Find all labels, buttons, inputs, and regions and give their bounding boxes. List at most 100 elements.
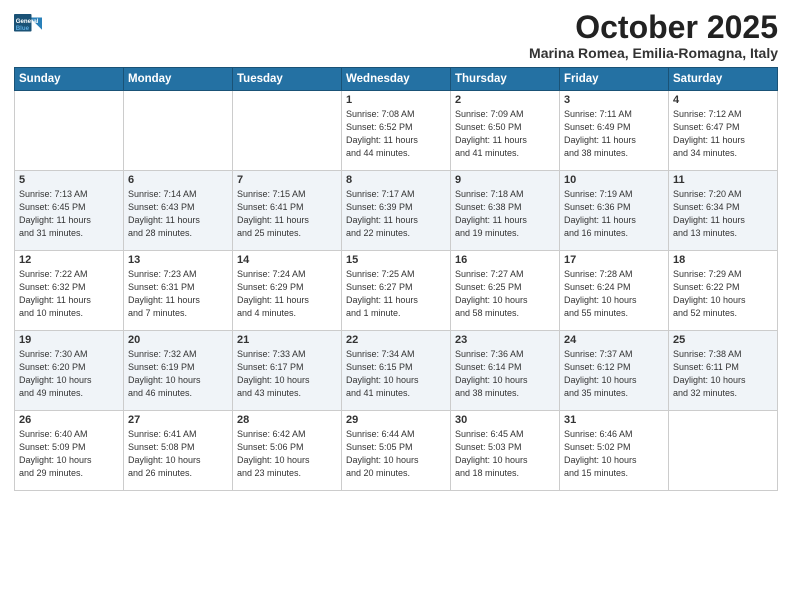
day-info: Sunrise: 7:38 AM Sunset: 6:11 PM Dayligh… [673,348,773,400]
header-friday: Friday [560,68,669,91]
calendar-cell: 12Sunrise: 7:22 AM Sunset: 6:32 PM Dayli… [15,251,124,331]
calendar-cell [15,91,124,171]
day-number: 20 [128,334,228,346]
calendar-week-row: 19 Sunrise: 7:30 AM Sunset: 6:20 PM Dayli… [15,331,778,411]
logo: General Blue [14,14,42,42]
calendar-cell: 29Sunrise: 6:44 AM Sunset: 5:05 PM Dayli… [342,411,451,491]
calendar-cell: 24 Sunrise: 7:37 AM Sunset: 6:12 PM Dayli… [560,331,669,411]
day-number: 22 [346,334,446,346]
day-number: 6 [128,174,228,186]
day-number: 19 [19,334,119,346]
calendar-cell [669,411,778,491]
day-info: Sunrise: 7:36 AM Sunset: 6:14 PM Dayligh… [455,348,555,400]
day-info: Sunrise: 7:34 AM Sunset: 6:15 PM Dayligh… [346,348,446,400]
logo-icon: General Blue [14,14,42,42]
day-info: Sunrise: 7:15 AM Sunset: 6:41 PM Dayligh… [237,188,337,240]
calendar-cell [124,91,233,171]
day-info: Sunrise: 7:25 AM Sunset: 6:27 PM Dayligh… [346,268,446,320]
day-info: Sunrise: 7:19 AM Sunset: 6:36 PM Dayligh… [564,188,664,240]
day-number: 7 [237,174,337,186]
day-number: 30 [455,414,555,426]
calendar-cell: 28Sunrise: 6:42 AM Sunset: 5:06 PM Dayli… [233,411,342,491]
calendar-cell: 17 Sunrise: 7:28 AM Sunset: 6:24 PM Dayli… [560,251,669,331]
calendar-cell: 2Sunrise: 7:09 AM Sunset: 6:50 PM Daylig… [451,91,560,171]
day-info: Sunrise: 7:37 AM Sunset: 6:12 PM Dayligh… [564,348,664,400]
day-info: Sunrise: 7:13 AM Sunset: 6:45 PM Dayligh… [19,188,119,240]
calendar-cell [233,91,342,171]
day-info: Sunrise: 7:33 AM Sunset: 6:17 PM Dayligh… [237,348,337,400]
header-wednesday: Wednesday [342,68,451,91]
location: Marina Romea, Emilia-Romagna, Italy [529,45,778,61]
day-info: Sunrise: 7:11 AM Sunset: 6:49 PM Dayligh… [564,108,664,160]
day-number: 1 [346,94,446,106]
day-number: 8 [346,174,446,186]
calendar-week-row: 26Sunrise: 6:40 AM Sunset: 5:09 PM Dayli… [15,411,778,491]
day-number: 16 [455,254,555,266]
header-tuesday: Tuesday [233,68,342,91]
day-info: Sunrise: 6:40 AM Sunset: 5:09 PM Dayligh… [19,428,119,480]
calendar-cell: 31 Sunrise: 6:46 AM Sunset: 5:02 PM Dayli… [560,411,669,491]
header-monday: Monday [124,68,233,91]
calendar-week-row: 1 Sunrise: 7:08 AM Sunset: 6:52 PM Daylig… [15,91,778,171]
calendar-cell: 16 Sunrise: 7:27 AM Sunset: 6:25 PM Dayli… [451,251,560,331]
calendar-cell: 3 Sunrise: 7:11 AM Sunset: 6:49 PM Daylig… [560,91,669,171]
day-number: 3 [564,94,664,106]
day-info: Sunrise: 7:30 AM Sunset: 6:20 PM Dayligh… [19,348,119,400]
day-number: 13 [128,254,228,266]
day-info: Sunrise: 6:46 AM Sunset: 5:02 PM Dayligh… [564,428,664,480]
day-number: 2 [455,94,555,106]
day-info: Sunrise: 6:45 AM Sunset: 5:03 PM Dayligh… [455,428,555,480]
day-number: 17 [564,254,664,266]
calendar-week-row: 12Sunrise: 7:22 AM Sunset: 6:32 PM Dayli… [15,251,778,331]
day-number: 31 [564,414,664,426]
day-number: 23 [455,334,555,346]
day-number: 10 [564,174,664,186]
header-saturday: Saturday [669,68,778,91]
header-sunday: Sunday [15,68,124,91]
day-info: Sunrise: 7:29 AM Sunset: 6:22 PM Dayligh… [673,268,773,320]
title-section: October 2025 Marina Romea, Emilia-Romagn… [529,10,778,61]
calendar-cell: 21 Sunrise: 7:33 AM Sunset: 6:17 PM Dayli… [233,331,342,411]
calendar-cell: 22 Sunrise: 7:34 AM Sunset: 6:15 PM Dayli… [342,331,451,411]
day-number: 11 [673,174,773,186]
calendar-cell: 19 Sunrise: 7:30 AM Sunset: 6:20 PM Dayli… [15,331,124,411]
day-info: Sunrise: 7:23 AM Sunset: 6:31 PM Dayligh… [128,268,228,320]
day-number: 28 [237,414,337,426]
day-number: 4 [673,94,773,106]
day-info: Sunrise: 7:14 AM Sunset: 6:43 PM Dayligh… [128,188,228,240]
calendar-cell: 20 Sunrise: 7:32 AM Sunset: 6:19 PM Dayli… [124,331,233,411]
day-info: Sunrise: 7:27 AM Sunset: 6:25 PM Dayligh… [455,268,555,320]
day-number: 25 [673,334,773,346]
day-info: Sunrise: 7:20 AM Sunset: 6:34 PM Dayligh… [673,188,773,240]
calendar-table: Sunday Monday Tuesday Wednesday Thursday… [14,67,778,491]
day-number: 9 [455,174,555,186]
calendar-cell: 18Sunrise: 7:29 AM Sunset: 6:22 PM Dayli… [669,251,778,331]
calendar-cell: 30 Sunrise: 6:45 AM Sunset: 5:03 PM Dayli… [451,411,560,491]
calendar-cell: 15 Sunrise: 7:25 AM Sunset: 6:27 PM Dayli… [342,251,451,331]
calendar-cell: 7 Sunrise: 7:15 AM Sunset: 6:41 PM Daylig… [233,171,342,251]
day-info: Sunrise: 7:18 AM Sunset: 6:38 PM Dayligh… [455,188,555,240]
weekday-header-row: Sunday Monday Tuesday Wednesday Thursday… [15,68,778,91]
calendar-cell: 14Sunrise: 7:24 AM Sunset: 6:29 PM Dayli… [233,251,342,331]
calendar-cell: 4 Sunrise: 7:12 AM Sunset: 6:47 PM Daylig… [669,91,778,171]
day-number: 15 [346,254,446,266]
calendar-week-row: 5 Sunrise: 7:13 AM Sunset: 6:45 PM Daylig… [15,171,778,251]
day-number: 5 [19,174,119,186]
calendar-cell: 5 Sunrise: 7:13 AM Sunset: 6:45 PM Daylig… [15,171,124,251]
calendar-cell: 11 Sunrise: 7:20 AM Sunset: 6:34 PM Dayli… [669,171,778,251]
calendar-cell: 26Sunrise: 6:40 AM Sunset: 5:09 PM Dayli… [15,411,124,491]
day-info: Sunrise: 7:12 AM Sunset: 6:47 PM Dayligh… [673,108,773,160]
calendar-cell: 6 Sunrise: 7:14 AM Sunset: 6:43 PM Daylig… [124,171,233,251]
svg-text:General: General [16,18,39,25]
day-info: Sunrise: 7:24 AM Sunset: 6:29 PM Dayligh… [237,268,337,320]
day-info: Sunrise: 7:28 AM Sunset: 6:24 PM Dayligh… [564,268,664,320]
day-info: Sunrise: 7:17 AM Sunset: 6:39 PM Dayligh… [346,188,446,240]
day-number: 21 [237,334,337,346]
day-number: 27 [128,414,228,426]
day-info: Sunrise: 7:32 AM Sunset: 6:19 PM Dayligh… [128,348,228,400]
calendar-cell: 13 Sunrise: 7:23 AM Sunset: 6:31 PM Dayli… [124,251,233,331]
calendar-container: General Blue October 2025 Marina Romea, … [0,0,792,612]
calendar-cell: 1 Sunrise: 7:08 AM Sunset: 6:52 PM Daylig… [342,91,451,171]
day-info: Sunrise: 7:08 AM Sunset: 6:52 PM Dayligh… [346,108,446,160]
day-number: 24 [564,334,664,346]
